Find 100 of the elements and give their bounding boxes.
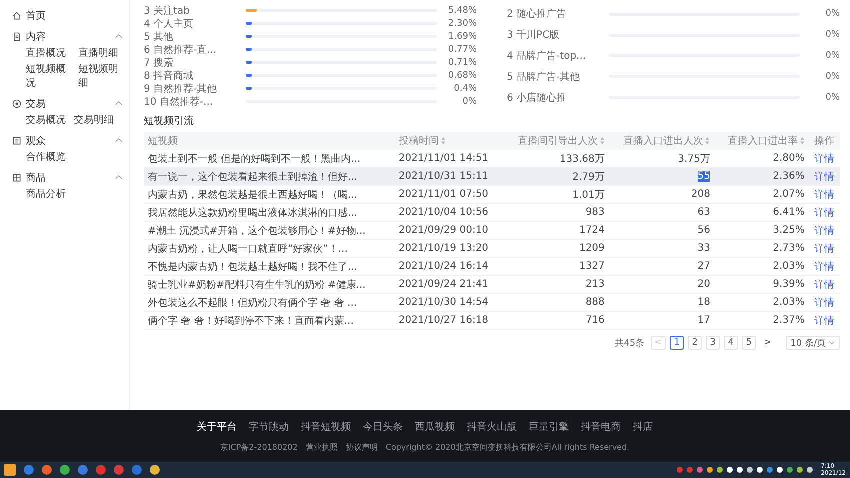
start-icon[interactable]: [4, 464, 16, 476]
video-title: 俩个字 奢 奢！好喝到停不下来！直面看内蒙...: [148, 316, 354, 326]
footer-link[interactable]: 抖音电商: [581, 420, 621, 434]
table-cell: 2.03%: [773, 261, 805, 272]
column-header: 短视频: [144, 132, 395, 150]
footer-link[interactable]: 关于平台: [197, 420, 237, 434]
details-link[interactable]: 详情: [814, 280, 834, 290]
table-cell: 2021/11/01 14:51: [398, 153, 489, 164]
source-percent: 0.68%: [447, 70, 477, 80]
table-cell: 18: [698, 297, 710, 308]
details-link[interactable]: 详情: [814, 172, 834, 182]
table-row[interactable]: 俩个字 奢 奢！好喝到停不下来！直面看内蒙... 2021/10/27 16:18 716 17 2.37% 详情: [144, 312, 840, 330]
nav-item[interactable]: 短视频概况: [26, 62, 70, 90]
table-cell: 1209: [579, 243, 605, 254]
source-label: 3 关注tab: [144, 4, 191, 18]
video-title: 内蒙古奶粉，让人喝一口就直呼“好家伙”！...: [148, 244, 348, 254]
source-label: 5 其他: [144, 30, 175, 44]
table-cell: 2.36%: [773, 171, 805, 182]
table-cell: 2.73%: [773, 243, 805, 254]
page-size-select[interactable]: 10 条/页: [786, 336, 840, 350]
table-row[interactable]: 内蒙古奶，果然包装越是很土西越好喝！（喝... 2021/11/01 07:50 1.01万 208 2.07% 详情: [144, 186, 840, 204]
details-link[interactable]: 详情: [814, 226, 834, 236]
footer-link[interactable]: 抖店: [633, 420, 653, 434]
source-percent: 0.71%: [447, 58, 477, 68]
page-button[interactable]: 1: [670, 336, 684, 350]
table-row[interactable]: #潮土 沉浸式#开箱，这个包装够用心！#好物... 2021/09/29 00:10 1724 56 3.25% 详情: [144, 222, 840, 240]
nav-group-label[interactable]: 内容: [26, 30, 111, 44]
page-button[interactable]: 2: [688, 336, 702, 350]
table-cell: 2021/10/19 13:20: [398, 243, 489, 254]
footer-link[interactable]: 抖音短视频: [301, 420, 351, 434]
nav-group-label[interactable]: 观众: [26, 134, 111, 148]
table-cell: 888: [586, 297, 605, 308]
nav-item[interactable]: 商品分析: [26, 187, 66, 201]
video-title: 内蒙古奶，果然包装越是很土西越好喝！（喝...: [148, 190, 358, 200]
nav-item[interactable]: 合作概览: [26, 150, 66, 164]
table-row[interactable]: 骑士乳业#奶粉#配料只有生牛乳的奶粉 #健康... 2021/09/24 21:41 213 20 9.39% 详情: [144, 276, 840, 294]
source-label: 10 自然推荐-...: [144, 96, 214, 108]
table-cell: 2021/10/31 15:11: [398, 171, 489, 182]
chevron-icon[interactable]: [115, 138, 123, 143]
details-link[interactable]: 详情: [814, 190, 834, 200]
footer-link[interactable]: 字节跳动: [249, 420, 289, 434]
circle-icon: [12, 98, 22, 108]
table-cell: 9.39%: [773, 279, 805, 290]
video-title: 有一说一，这个包装看起来很土到掉渣！但好...: [148, 172, 358, 182]
nav-item[interactable]: 交易明细: [74, 113, 114, 127]
nav-item[interactable]: 直播概况: [26, 46, 70, 60]
footer-legal-text: Copyright© 2020北京空间变换科技有限公司All rights Reserved.: [386, 442, 630, 452]
table-row[interactable]: 我居然能从这款奶粉里喝出液体冰淇淋的口感... 2021/10/04 10:56 983 63 6.41% 详情: [144, 204, 840, 222]
chevron-icon[interactable]: [115, 175, 123, 180]
details-link[interactable]: 详情: [814, 298, 834, 308]
source-percent: 0%: [824, 9, 840, 20]
page-button[interactable]: 5: [742, 336, 756, 350]
table-cell: 2021/10/24 16:14: [398, 261, 489, 272]
footer-link[interactable]: 巨量引擎: [529, 420, 569, 434]
nav-group-label[interactable]: 商品: [26, 170, 111, 184]
column-header: 操作: [808, 132, 840, 150]
table-cell: 2.07%: [773, 189, 805, 200]
nav-item[interactable]: 交易概况: [26, 113, 66, 127]
page-button[interactable]: 3: [706, 336, 720, 350]
page-button[interactable]: 4: [724, 336, 738, 350]
table-row[interactable]: 内蒙古奶粉，让人喝一口就直呼“好家伙”！... 2021/10/19 13:20 1209 33 2.73% 详情: [144, 240, 840, 258]
chevron-icon[interactable]: [115, 34, 123, 39]
table-row[interactable]: 有一说一，这个包装看起来很土到掉渣！但好... 2021/10/31 15:11 2.79万 55 2.36% 详情: [144, 168, 840, 186]
source-percent: 0%: [824, 50, 840, 61]
table-cell: 17: [698, 315, 710, 326]
table-row[interactable]: 不愧是内蒙古奶！包装越土越好喝！我不住了... 2021/10/24 16:14 1327 27 2.03% 详情: [144, 258, 840, 276]
details-link[interactable]: 详情: [814, 208, 834, 218]
source-percent: 0%: [824, 72, 840, 82]
source-percent: 1.69%: [447, 32, 477, 42]
source-label: 7 搜索: [144, 56, 175, 70]
nav-item[interactable]: 直播明细: [78, 46, 123, 60]
table-cell: 2.80%: [773, 153, 805, 164]
table-cell: 27: [698, 261, 710, 272]
table-cell: 983: [586, 207, 605, 218]
table-cell: 20: [698, 279, 710, 290]
nav-item[interactable]: 短视频明细: [78, 62, 123, 90]
footer-link[interactable]: 今日头条: [363, 420, 403, 434]
details-link[interactable]: 详情: [814, 262, 834, 272]
details-link[interactable]: 详情: [814, 316, 834, 326]
nav-group-label[interactable]: 交易: [26, 96, 111, 110]
source-label: 4 个人主页: [144, 18, 195, 30]
column-header: 直播入口进出率: [714, 132, 809, 150]
video-title: 不愧是内蒙古奶！包装越土越好喝！我不住了...: [148, 262, 358, 272]
chevron-icon[interactable]: [115, 101, 123, 106]
total-count: 共45条: [615, 338, 645, 350]
footer-link[interactable]: 西瓜视频: [415, 420, 455, 434]
source-label: 8 抖音商城: [144, 70, 195, 82]
source-label: 9 自然推荐-其他: [144, 82, 218, 96]
nav-group-label[interactable]: 首页: [26, 8, 123, 22]
table-cell: 63: [698, 207, 710, 218]
table-cell: 1327: [579, 261, 605, 272]
details-link[interactable]: 详情: [814, 244, 834, 254]
footer-link[interactable]: 抖音火山版: [467, 420, 517, 434]
details-link[interactable]: 详情: [814, 154, 834, 164]
table-row[interactable]: 外包装这么不起眼！但奶粉只有俩个字 奢 奢 ... 2021/10/30 14:54 888 18 2.03% 详情: [144, 294, 840, 312]
source-percent: 0%: [824, 92, 840, 103]
footer-legal-text: 营业执照: [306, 442, 338, 452]
column-header: 投稿时间: [394, 132, 504, 150]
source-percent: 0.77%: [447, 44, 477, 54]
video-title: 包装土到不一般 但是的好喝到不一般！黑曲内...: [148, 154, 361, 164]
